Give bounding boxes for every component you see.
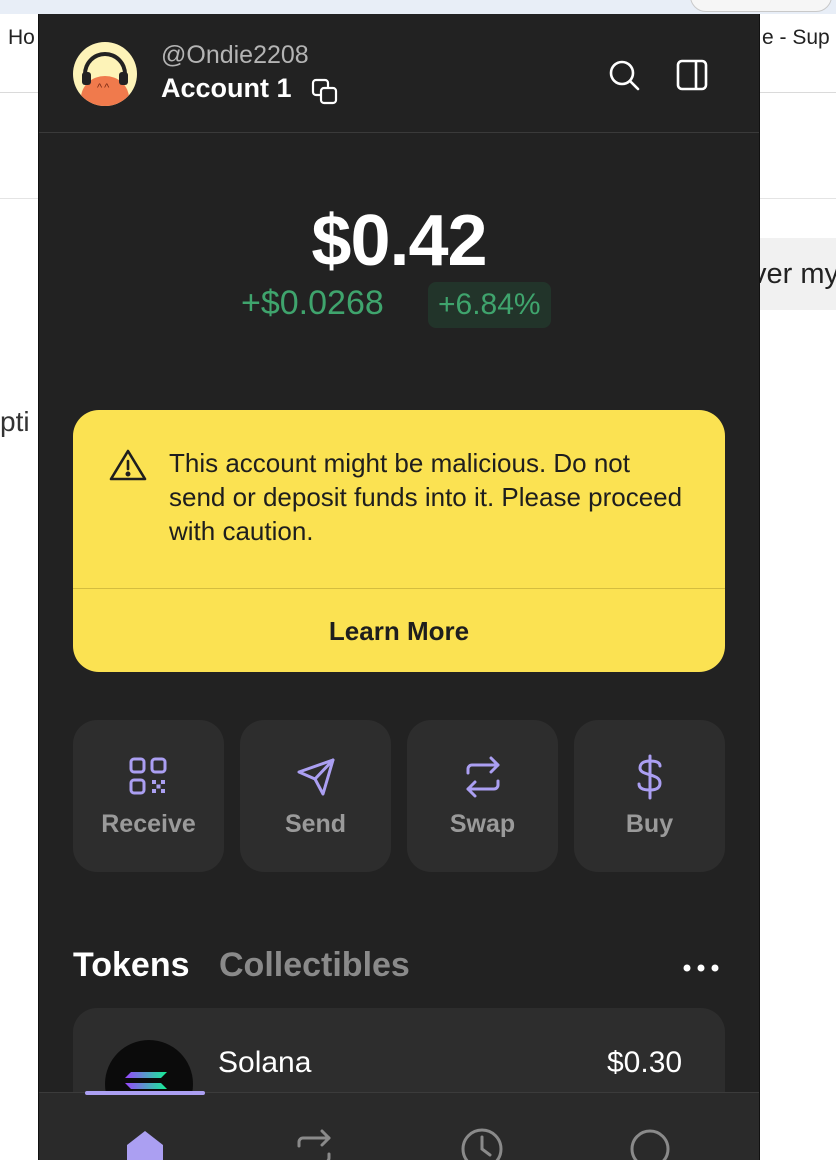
avatar-ear-left bbox=[82, 72, 91, 85]
home-icon[interactable] bbox=[123, 1127, 167, 1160]
copy-icon[interactable] bbox=[311, 78, 339, 106]
send-icon bbox=[297, 758, 335, 796]
buy-label: Buy bbox=[625, 810, 674, 838]
bottom-nav bbox=[39, 1091, 759, 1160]
background-nav-link[interactable]: Ho bbox=[8, 26, 35, 50]
nav-active-indicator bbox=[85, 1091, 205, 1095]
account-handle: @Ondie2208 bbox=[161, 41, 309, 69]
swap-label: Swap bbox=[449, 810, 516, 838]
avatar-eyes: ^^ bbox=[97, 82, 112, 94]
browser-profile-pill[interactable] bbox=[690, 0, 832, 12]
account-name[interactable]: Account 1 bbox=[161, 73, 292, 104]
wallet-popup: ^^ @Ondie2208 Account 1 $0.42 +$0.0268 +… bbox=[38, 14, 760, 1160]
background-text: pti bbox=[0, 406, 30, 437]
sidebar-panel-icon[interactable] bbox=[675, 58, 709, 92]
token-value: $0.30 bbox=[607, 1046, 683, 1079]
avatar[interactable]: ^^ bbox=[73, 42, 137, 106]
wallet-header: ^^ @Ondie2208 Account 1 bbox=[39, 14, 759, 133]
receive-label: Receive bbox=[101, 810, 196, 838]
swap-nav-icon[interactable] bbox=[292, 1127, 336, 1160]
search-icon[interactable] bbox=[607, 58, 641, 92]
action-buttons: Receive Send Swap Buy bbox=[73, 720, 725, 872]
learn-more-button[interactable]: Learn More bbox=[73, 589, 725, 672]
qr-code-icon bbox=[129, 757, 167, 795]
total-balance: $0.42 bbox=[311, 201, 487, 281]
token-name: Solana bbox=[218, 1046, 312, 1079]
warning-icon bbox=[109, 449, 147, 481]
balance-change: +$0.0268 bbox=[241, 284, 384, 322]
background-nav-link-right[interactable]: e - Sup bbox=[762, 26, 830, 50]
swap-button[interactable]: Swap bbox=[407, 720, 558, 872]
tab-collectibles[interactable]: Collectibles bbox=[219, 946, 410, 985]
more-options-icon[interactable] bbox=[681, 960, 721, 976]
history-icon[interactable] bbox=[460, 1127, 504, 1160]
receive-button[interactable]: Receive bbox=[73, 720, 224, 872]
balance-change-percent: +6.84% bbox=[428, 282, 551, 328]
send-label: Send bbox=[284, 810, 347, 838]
search-nav-icon[interactable] bbox=[628, 1127, 672, 1160]
dollar-icon bbox=[637, 754, 662, 800]
background-box-text: ver my bbox=[752, 258, 836, 290]
warning-message: This account might be malicious. Do not … bbox=[169, 448, 683, 546]
swap-icon bbox=[466, 756, 500, 798]
avatar-ear-right bbox=[119, 72, 128, 85]
send-button[interactable]: Send bbox=[240, 720, 391, 872]
buy-button[interactable]: Buy bbox=[574, 720, 725, 872]
tab-tokens[interactable]: Tokens bbox=[73, 946, 190, 985]
malicious-account-warning: This account might be malicious. Do not … bbox=[73, 410, 725, 672]
